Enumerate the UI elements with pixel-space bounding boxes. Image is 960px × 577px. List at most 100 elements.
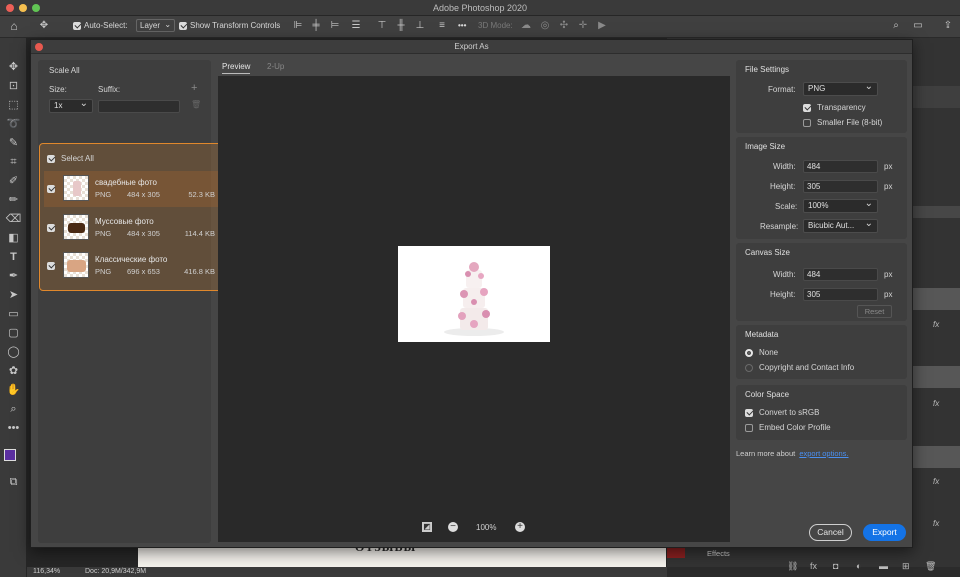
link-layers-icon[interactable]: ⛓	[787, 561, 801, 572]
3d-slide-icon[interactable]: ✛	[577, 20, 589, 32]
asset-thumbnail	[63, 175, 89, 201]
canvas-width-input[interactable]: 484	[803, 268, 878, 281]
metadata-copyright-label: Copyright and Contact Info	[759, 363, 855, 372]
convert-srgb-checkbox[interactable]: Convert to sRGB	[745, 407, 819, 417]
pen-icon[interactable]: ✒	[5, 269, 22, 284]
remove-scale-icon[interactable]: 🗑	[191, 100, 201, 109]
rectangle-icon[interactable]: ▭	[5, 307, 22, 322]
layer-row[interactable]	[913, 366, 960, 388]
gradient-icon[interactable]: ◧	[5, 231, 22, 246]
align-top-icon[interactable]: ⊤	[376, 20, 388, 32]
metadata-none-radio[interactable]: None	[745, 347, 778, 357]
crop-icon[interactable]: ⌗	[5, 155, 22, 170]
size-dropdown[interactable]: 1x	[49, 98, 93, 113]
artboard-icon[interactable]: ⊡	[5, 79, 22, 94]
dialog-close-button[interactable]	[35, 43, 43, 51]
zoom-out-icon[interactable]: −	[448, 522, 458, 532]
embed-profile-checkbox[interactable]: Embed Color Profile	[745, 422, 831, 432]
lasso-icon[interactable]: ➰	[5, 117, 22, 132]
distribute-vertical-icon[interactable]: ≡	[436, 20, 448, 32]
export-button[interactable]: Export	[863, 524, 906, 541]
auto-select-checkbox[interactable]: Auto-Select:	[73, 21, 128, 30]
ellipse-icon[interactable]: ◯	[5, 345, 22, 360]
image-width-input[interactable]: 484	[803, 160, 878, 173]
zoom-value: 100%	[476, 523, 497, 532]
transparency-checkbox[interactable]: Transparency	[803, 102, 866, 112]
zoom-in-icon[interactable]: +	[515, 522, 525, 532]
share-icon[interactable]: ⇪	[942, 20, 954, 32]
move-icon[interactable]: ✥	[5, 60, 22, 75]
tab-2up[interactable]: 2-Up	[267, 62, 284, 71]
metadata-copyright-radio[interactable]: Copyright and Contact Info	[745, 362, 854, 372]
custom-shape-icon[interactable]: ✿	[5, 364, 22, 379]
canvas-height-input[interactable]: 305	[803, 288, 878, 301]
asset-item[interactable]: свадебные фото PNG 484 x 305 52.3 KB	[44, 171, 219, 207]
trash-icon[interactable]: 🗑	[925, 561, 939, 572]
more-tools-icon[interactable]: •••	[5, 421, 22, 436]
asset-size: 52.3 KB	[188, 190, 215, 199]
asset-size: 416.8 KB	[184, 267, 215, 276]
new-layer-icon[interactable]: ⊞	[902, 561, 916, 572]
brush-icon[interactable]: ✏	[5, 193, 22, 208]
format-dropdown[interactable]: PNG	[803, 81, 878, 96]
scale-label: Scale:	[775, 202, 798, 211]
path-select-icon[interactable]: ➤	[5, 288, 22, 303]
select-all-label: Select All	[61, 154, 94, 163]
3d-camera-icon[interactable]: ▶	[596, 20, 608, 32]
reset-button[interactable]: Reset	[857, 305, 892, 318]
resample-dropdown[interactable]: Bicubic Aut...	[803, 218, 878, 233]
3d-roll-icon[interactable]: ◎	[539, 20, 551, 32]
asset-item[interactable]: Классические фото PNG 696 x 653 416.8 KB	[44, 248, 219, 284]
zoom-icon[interactable]: ⌕	[5, 402, 22, 417]
layer-row-selected[interactable]	[913, 288, 960, 310]
quick-select-icon[interactable]: ✎	[5, 136, 22, 151]
align-left-icon[interactable]: ⊫	[292, 20, 304, 32]
eyedropper-icon[interactable]: ✐	[5, 174, 22, 189]
eraser-icon[interactable]: ⌫	[5, 212, 22, 227]
foreground-color-swatch[interactable]	[4, 449, 16, 461]
transform-controls-checkbox[interactable]: Show Transform Controls	[179, 21, 280, 30]
distribute-icon[interactable]: ☰	[350, 20, 362, 32]
add-scale-icon[interactable]: +	[191, 82, 197, 94]
workspace-icon[interactable]: ▭	[912, 20, 924, 32]
home-icon[interactable]: ⌂	[8, 20, 20, 32]
more-options-icon[interactable]: •••	[458, 21, 466, 30]
adjustment-icon[interactable]: ◐	[856, 561, 870, 571]
align-middle-icon[interactable]: ╫	[395, 20, 407, 32]
image-height-input[interactable]: 305	[803, 180, 878, 193]
smaller-file-checkbox[interactable]: Smaller File (8-bit)	[803, 117, 882, 127]
asset-checkbox[interactable]	[47, 224, 55, 232]
tab-preview[interactable]: Preview	[222, 62, 251, 74]
smaller-file-label: Smaller File (8-bit)	[817, 118, 883, 127]
scale-dropdown[interactable]: 100%	[803, 198, 878, 213]
asset-checkbox[interactable]	[47, 185, 55, 193]
select-all-checkbox[interactable]: Select All	[47, 153, 94, 163]
fx-icon[interactable]: fx	[810, 561, 824, 571]
canvas-height-unit: px	[884, 290, 893, 299]
image-height-label: Height:	[770, 182, 796, 191]
align-right-icon[interactable]: ⊨	[329, 20, 341, 32]
canvas-width-label: Width:	[773, 270, 796, 279]
fit-icon[interactable]: ◩	[422, 522, 432, 532]
marquee-icon[interactable]: ⬚	[5, 98, 22, 113]
3d-drag-icon[interactable]: ✣	[558, 20, 570, 32]
asset-checkbox[interactable]	[47, 262, 55, 270]
asset-item[interactable]: Муссовые фото PNG 484 x 305 114.4 KB	[44, 210, 219, 246]
3d-orbit-icon[interactable]: ☁	[520, 20, 532, 32]
screen-mode-icon[interactable]: ⧉	[5, 475, 22, 490]
type-icon[interactable]: T	[5, 250, 22, 265]
asset-format: PNG	[95, 229, 112, 238]
align-center-icon[interactable]: ╪	[310, 20, 322, 32]
mask-icon[interactable]: ◘	[833, 561, 847, 571]
auto-select-dropdown[interactable]: Layer ⌄	[136, 19, 176, 32]
layer-row[interactable]	[913, 446, 960, 468]
cancel-button[interactable]: Cancel	[809, 524, 852, 541]
search-icon[interactable]: ⌕	[890, 20, 902, 32]
suffix-input[interactable]	[98, 100, 180, 113]
folder-icon[interactable]: ▬	[879, 561, 893, 571]
hand-icon[interactable]: ✋	[5, 383, 22, 398]
move-tool-icon[interactable]: ✥	[38, 20, 50, 32]
align-bottom-icon[interactable]: ⊥	[414, 20, 426, 32]
export-options-link[interactable]: export options.	[799, 449, 848, 458]
rounded-rect-icon[interactable]: ▢	[5, 326, 22, 341]
